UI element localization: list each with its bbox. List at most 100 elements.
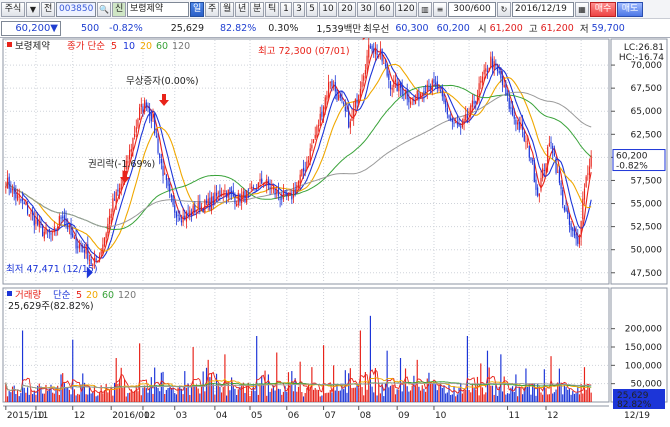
volume-bar	[274, 390, 276, 402]
stock-chart[interactable]: 보령제약 종가 단순 5 10 20 60 120 LC:26.81 HC:-1…	[0, 38, 670, 427]
options-icon[interactable]: ▥	[418, 1, 432, 17]
volume-bar	[234, 388, 236, 402]
candle-body	[259, 178, 261, 182]
tab-yearly[interactable]: 년	[235, 1, 249, 17]
candle-body	[47, 229, 49, 232]
candle-body	[88, 259, 91, 261]
candle-body	[358, 95, 360, 105]
volume-bar	[511, 386, 514, 402]
volume-bar	[386, 350, 388, 402]
volume-bar	[527, 386, 529, 402]
tab-minute[interactable]: 분	[250, 1, 264, 17]
candle-body	[419, 93, 422, 99]
tab-monthly[interactable]: 월	[220, 1, 234, 17]
tab-daily[interactable]: 일	[190, 1, 204, 17]
candle-body	[386, 63, 388, 76]
minute-option-5[interactable]: 5	[306, 1, 318, 17]
minute-option-120[interactable]: 120	[395, 1, 417, 17]
volume-bar	[361, 386, 363, 402]
volume-bar	[441, 387, 443, 402]
candle-body	[244, 190, 246, 203]
candle-body	[226, 192, 228, 198]
candle-body	[338, 94, 340, 100]
x-axis-label: 07	[325, 411, 336, 421]
volume-bar	[346, 392, 348, 402]
candle-body	[384, 64, 387, 67]
x-axis-label: 02	[144, 411, 155, 421]
candle-body	[58, 216, 60, 225]
candle-body	[155, 135, 157, 138]
volume-bar	[52, 392, 54, 402]
volume-bar	[379, 393, 382, 402]
legend-ma5: 5	[111, 41, 117, 52]
candle-body	[25, 204, 27, 206]
minute-option-20[interactable]: 20	[338, 1, 356, 17]
candle-body	[301, 168, 303, 177]
price-axis-label: 70,000	[631, 61, 663, 71]
candle-body	[406, 89, 408, 100]
date-input[interactable]: 2016/12/19	[512, 1, 574, 17]
candle-body	[421, 92, 423, 95]
candle-body	[97, 261, 99, 263]
volume-legend-marker	[7, 291, 12, 296]
price-axis-label: 57,500	[631, 176, 663, 186]
minute-option-30[interactable]: 30	[357, 1, 375, 17]
volume-bar	[195, 384, 198, 402]
volume-bar	[500, 354, 502, 402]
refresh-icon[interactable]: ↻	[497, 1, 511, 17]
candle-body	[538, 193, 540, 197]
candle-body	[510, 107, 512, 109]
volume-bar	[431, 383, 433, 402]
candle-body	[179, 217, 181, 220]
range-input[interactable]: 300/600	[448, 1, 496, 17]
settings-icon[interactable]: ≡	[433, 1, 447, 17]
candle-body	[476, 94, 479, 102]
candle-body	[555, 156, 557, 173]
tab-tick[interactable]: 틱	[265, 1, 279, 17]
code-search-icon[interactable]: 🔍	[97, 1, 111, 17]
candle-body	[399, 81, 402, 89]
market-select[interactable]: 주식	[1, 1, 25, 17]
volume-bar	[436, 390, 438, 402]
stock-name-field[interactable]: 보령제약	[127, 1, 189, 17]
candle-body	[93, 257, 96, 264]
stock-search-button[interactable]: 신	[112, 1, 126, 17]
price-legend-marker	[7, 42, 12, 47]
candle-body	[443, 94, 445, 103]
minute-option-3[interactable]: 3	[293, 1, 305, 17]
volume-bar	[552, 393, 554, 402]
candle-body	[15, 192, 17, 199]
minute-option-1[interactable]: 1	[280, 1, 292, 17]
market-dropdown-icon[interactable]: ▼	[26, 1, 40, 17]
candle-body	[486, 70, 489, 72]
candle-body	[460, 126, 462, 128]
minute-option-60[interactable]: 60	[376, 1, 394, 17]
x-axis-label: 04	[216, 411, 228, 421]
candle-body	[187, 212, 189, 215]
volume-bar	[33, 390, 35, 402]
minute-option-10[interactable]: 10	[319, 1, 337, 17]
buy-button[interactable]: 매수	[590, 1, 616, 17]
volume-bar	[282, 391, 285, 402]
candle-body	[200, 206, 203, 211]
tab-weekly[interactable]: 주	[205, 1, 219, 17]
calendar-icon[interactable]: ▦	[575, 1, 589, 17]
candle-body	[369, 46, 371, 48]
candle-body	[8, 176, 10, 189]
volume-bar	[567, 389, 569, 402]
candle-body	[219, 190, 221, 197]
turnover-pct: 0.30%	[268, 22, 299, 34]
price-legend-ma-title: 종가 단순	[67, 41, 105, 52]
candle-body	[199, 201, 201, 212]
stock-code-input[interactable]: 003850	[56, 1, 96, 17]
volume-bar	[167, 388, 169, 402]
candle-body	[466, 115, 468, 119]
candle-body	[249, 187, 251, 189]
volume-axis-label: 50,000	[631, 380, 663, 390]
candle-body	[139, 107, 141, 120]
x-axis-label: 06	[288, 411, 300, 421]
candle-body	[568, 213, 571, 225]
candle-body	[346, 110, 348, 112]
sell-button[interactable]: 매도	[617, 1, 643, 17]
board-select[interactable]: 전	[41, 1, 55, 17]
